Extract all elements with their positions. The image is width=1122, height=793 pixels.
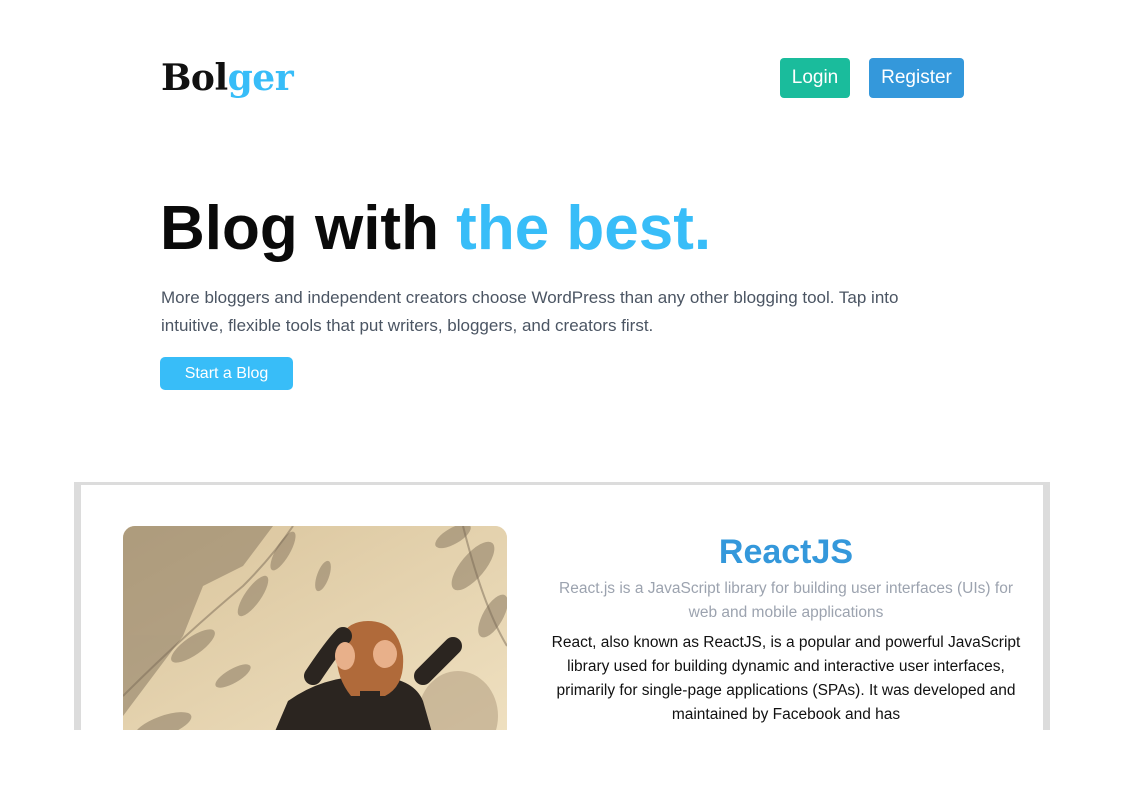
logo-text-accent: ger [227,57,294,99]
start-blog-button[interactable]: Start a Blog [160,357,293,390]
card-title[interactable]: ReactJS [551,531,1021,573]
hero-title-accent: the best. [456,194,712,263]
card-body: React, also known as ReactJS, is a popul… [551,634,1021,723]
register-button[interactable]: Register [869,58,964,98]
hero-title-text: Blog with [160,194,457,263]
hero-description: More bloggers and independent creators c… [161,288,899,335]
login-button[interactable]: Login [780,58,850,98]
card-content: ReactJS React.js is a JavaScript library… [551,531,1021,727]
blog-card: ReactJS React.js is a JavaScript library… [74,482,1050,730]
hero-title: Blog with the best. [160,194,711,264]
photo-woman-shadows-icon [123,526,507,730]
logo[interactable]: Bolger [161,56,294,100]
logo-text-primary: Bol [161,57,228,99]
card-image[interactable] [123,526,507,730]
card-subtitle: React.js is a JavaScript library for bui… [559,580,1013,621]
